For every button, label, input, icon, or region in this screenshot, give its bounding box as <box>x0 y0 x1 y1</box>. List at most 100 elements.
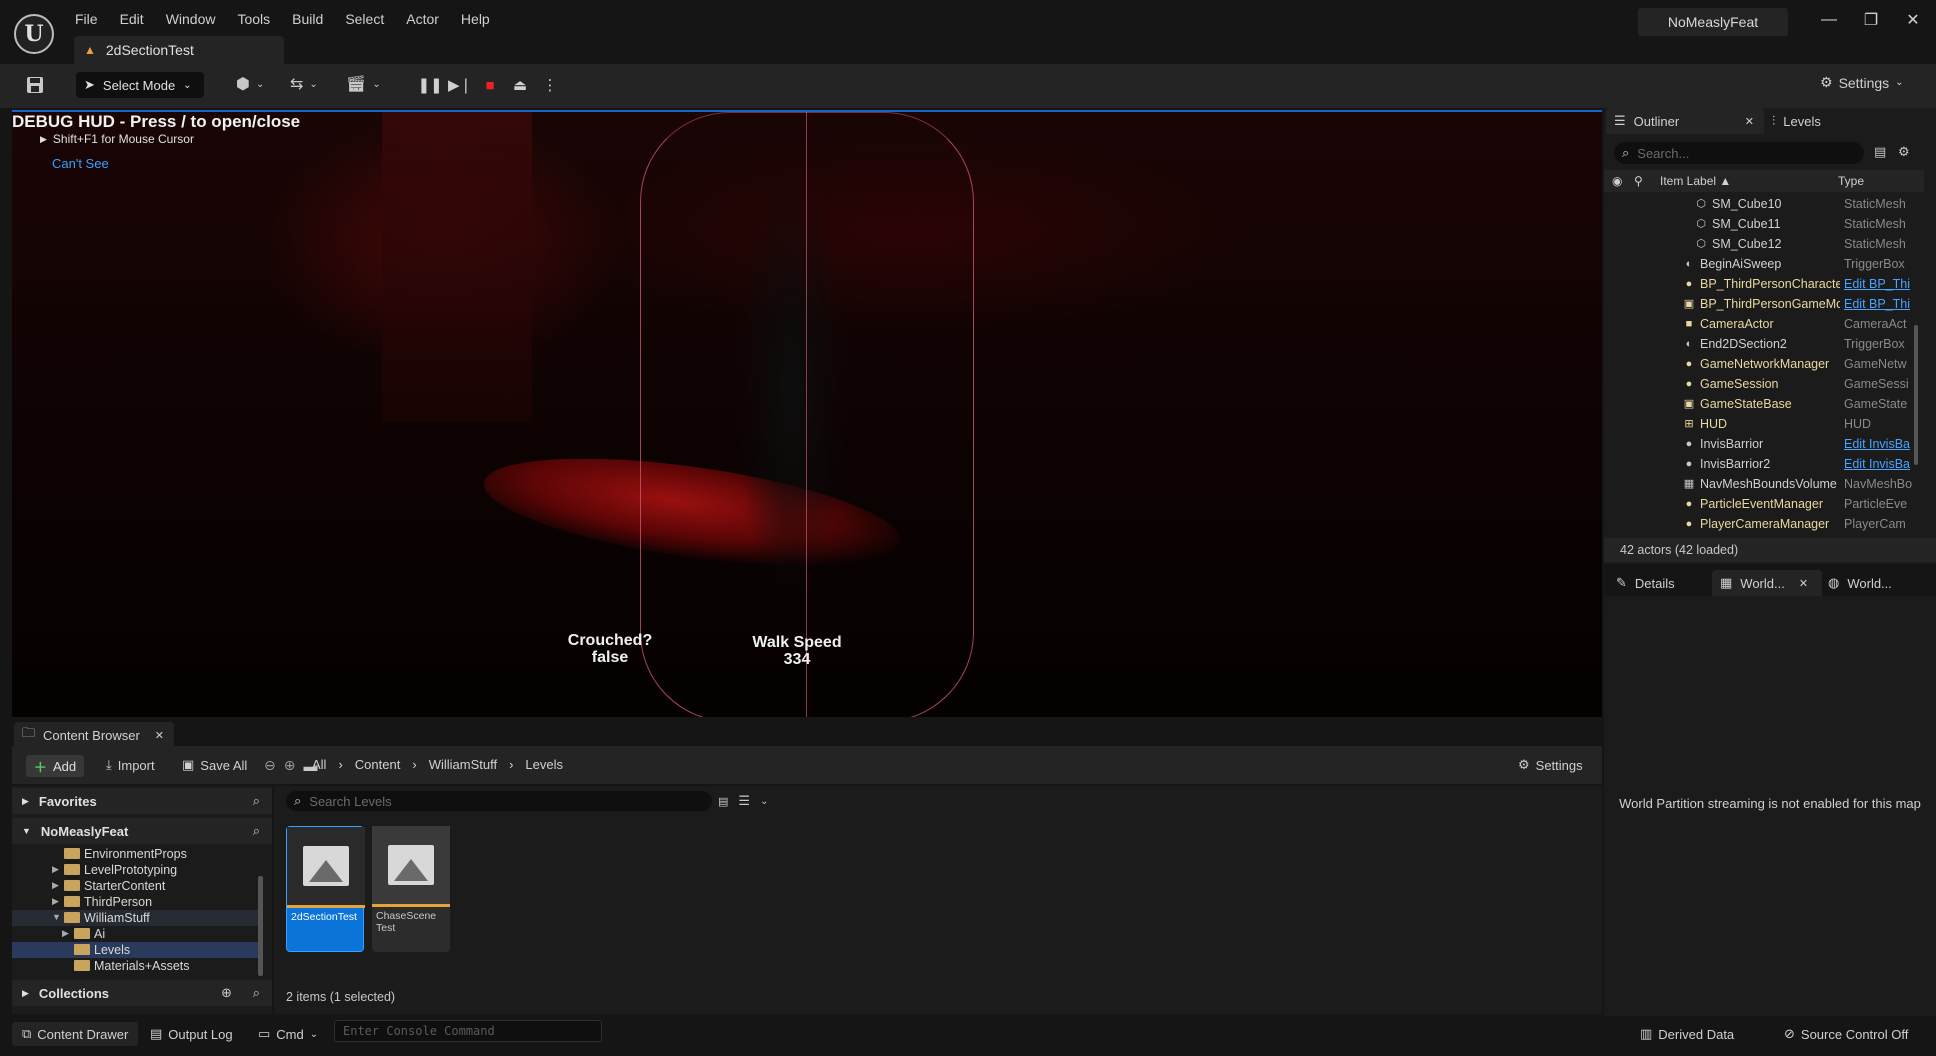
outliner-scrollbar[interactable] <box>1914 325 1918 465</box>
output-log-button[interactable]: ▤ Output Log <box>150 1022 233 1046</box>
console-command-input[interactable]: Enter Console Command <box>334 1020 602 1042</box>
save-button[interactable] <box>24 74 46 96</box>
outliner-row[interactable]: ● InvisBarrior Edit InvisBa <box>1604 434 1924 454</box>
tab-levels[interactable]: ⫶ Levels <box>1764 108 1914 134</box>
folder-item[interactable]: EnvironmentProps <box>12 846 260 862</box>
folder-item[interactable]: ▶ ThirdPerson <box>12 894 260 910</box>
cmd-dropdown[interactable]: ▭ Cmd ⌄ <box>258 1022 318 1046</box>
content-drawer-button[interactable]: ⧉ Content Drawer <box>12 1022 139 1046</box>
outliner-row[interactable]: ● PlayerCameraManager PlayerCam <box>1604 514 1924 534</box>
outliner-row[interactable]: ● InvisBarrior2 Edit InvisBa <box>1604 454 1924 474</box>
folder-item[interactable]: ▶ StarterContent <box>12 878 260 894</box>
outliner-row[interactable]: ● BP_ThirdPersonCharacter Edit BP_Thi <box>1604 274 1924 294</box>
breadcrumb-content[interactable]: Content <box>355 757 401 772</box>
import-button[interactable]: ⤓ Import <box>106 757 155 773</box>
breadcrumb-all[interactable]: All <box>312 757 326 772</box>
outliner-row[interactable]: ▣ GameStateBase GameState <box>1604 394 1924 414</box>
asset-tile[interactable]: ChaseScene Test <box>372 826 450 952</box>
back-icon[interactable]: ⊖ <box>264 757 276 774</box>
save-search-icon[interactable]: ▤ <box>718 795 728 808</box>
folder-item[interactable]: ▶ Ai <box>12 926 260 942</box>
folder-item[interactable]: Levels <box>12 942 260 958</box>
blueprint-button[interactable]: ⇆ ⌄ <box>290 74 318 94</box>
chevron-right-icon[interactable]: ▶ <box>52 880 59 891</box>
search-icon[interactable]: ⌕ <box>253 985 260 1001</box>
pause-button[interactable]: ❚❚ <box>417 73 442 97</box>
tab-outliner[interactable]: ☰ Outliner ✕ <box>1606 108 1764 134</box>
cant-see-link[interactable]: Can't See <box>52 156 109 171</box>
tab-content-browser[interactable]: 🗀︎ Content Browser ✕ <box>14 722 174 748</box>
outliner-row[interactable]: ▦ NavMeshBoundsVolume NavMeshBo <box>1604 474 1924 494</box>
tab-details[interactable]: ✎ Details <box>1608 570 1708 596</box>
column-item-label[interactable]: Item Label ▲ <box>1660 174 1731 188</box>
outliner-row[interactable]: ▣ BP_ThirdPersonGameMode Edit BP_Thi <box>1604 294 1924 314</box>
project-section[interactable]: ▼ NoMeaslyFeat ⌕ <box>12 818 272 844</box>
close-icon[interactable]: ✕ <box>1745 115 1754 128</box>
tab-world-partition[interactable]: ▦ World... ✕ <box>1712 570 1822 596</box>
step-frame-button[interactable]: ▶❘ <box>448 73 472 97</box>
close-icon[interactable]: ✕ <box>1799 577 1808 590</box>
outliner-row[interactable]: ◐ End2DSection2 TriggerBox <box>1604 334 1924 354</box>
filter-icon[interactable]: ☰ <box>738 793 750 809</box>
restore-button[interactable]: ❐ <box>1850 10 1892 30</box>
column-type[interactable]: Type <box>1838 174 1864 188</box>
outliner-row[interactable]: ● ParticleEventManager ParticleEve <box>1604 494 1924 514</box>
menu-select[interactable]: Select <box>334 8 395 30</box>
tree-scrollbar[interactable] <box>258 876 263 976</box>
pin-icon[interactable]: ⚲ <box>1634 174 1643 188</box>
folder-item[interactable]: Materials+Assets <box>12 958 260 974</box>
source-control-button[interactable]: ⊘ Source Control Off <box>1784 1022 1908 1046</box>
cinematics-button[interactable]: 🎬︎ ⌄ <box>346 74 381 94</box>
close-button[interactable]: ✕ <box>1892 10 1934 30</box>
search-levels-input[interactable]: ⌕ Search Levels <box>286 791 712 811</box>
gear-icon[interactable]: ⚙ <box>1898 144 1910 160</box>
level-tab[interactable]: ▲ 2dSectionTest <box>74 36 284 64</box>
outliner-row[interactable]: ● GameNetworkManager GameNetw <box>1604 354 1924 374</box>
menu-tools[interactable]: Tools <box>226 8 281 30</box>
content-settings-button[interactable]: ⚙ Settings <box>1518 757 1583 773</box>
settings-button[interactable]: ⚙ Settings ⌄ <box>1820 74 1904 91</box>
menu-edit[interactable]: Edit <box>109 8 155 30</box>
outliner-row[interactable]: ● GameSession GameSessi <box>1604 374 1924 394</box>
add-actor-button[interactable]: ⬢ ⌄ <box>236 74 264 94</box>
forward-icon[interactable]: ⊕ <box>284 757 296 774</box>
visibility-eye-icon[interactable]: ◉ <box>1612 174 1622 188</box>
menu-actor[interactable]: Actor <box>395 8 450 30</box>
folder-item[interactable]: ▼ WilliamStuff <box>12 910 260 926</box>
debug-hud-hint[interactable]: ▶ Shift+F1 for Mouse Cursor <box>40 132 194 146</box>
outliner-row[interactable]: ◐ BeginAiSweep TriggerBox <box>1604 254 1924 274</box>
breadcrumb-williamstuff[interactable]: WilliamStuff <box>429 757 497 772</box>
menu-build[interactable]: Build <box>281 8 334 30</box>
outliner-row[interactable]: ⬡ SM_Cube11 StaticMesh <box>1604 214 1924 234</box>
chevron-right-icon[interactable]: ▶ <box>52 896 59 907</box>
save-all-button[interactable]: ▣ Save All <box>182 757 247 773</box>
close-icon[interactable]: ✕ <box>155 729 164 742</box>
minimize-button[interactable]: — <box>1808 11 1850 29</box>
select-mode-dropdown[interactable]: ➤ Select Mode ⌄ <box>76 72 204 98</box>
outliner-row[interactable]: ⊞ HUD HUD <box>1604 414 1924 434</box>
chevron-right-icon[interactable]: ▶ <box>62 928 69 939</box>
tab-world-settings[interactable]: ◍ World... <box>1820 570 1930 596</box>
add-button[interactable]: ＋ Add <box>26 755 84 777</box>
favorites-section[interactable]: ▶ Favorites ⌕ <box>12 788 272 814</box>
more-options-icon[interactable]: ⋮ <box>538 73 562 97</box>
chevron-down-icon[interactable]: ▼ <box>52 912 61 922</box>
outliner-row[interactable]: ⬡ SM_Cube10 StaticMesh <box>1604 194 1924 214</box>
unreal-logo-icon[interactable]: U <box>14 14 54 54</box>
edit-blueprint-link[interactable]: Edit InvisBa <box>1844 437 1914 451</box>
outliner-search-input[interactable]: ⌕ Search... <box>1614 142 1864 164</box>
stop-button[interactable]: ■ <box>478 73 502 97</box>
breadcrumb-levels[interactable]: Levels <box>525 757 563 772</box>
edit-blueprint-link[interactable]: Edit BP_Thi <box>1844 277 1914 291</box>
derived-data-button[interactable]: ▥ Derived Data <box>1640 1022 1734 1046</box>
edit-blueprint-link[interactable]: Edit BP_Thi <box>1844 297 1914 311</box>
add-collection-icon[interactable]: ⊕ <box>221 985 232 1001</box>
search-icon[interactable]: ⌕ <box>253 793 260 809</box>
menu-file[interactable]: File <box>64 8 109 30</box>
menu-window[interactable]: Window <box>155 8 227 30</box>
eject-button[interactable]: ⏏ <box>508 73 532 97</box>
outliner-row[interactable]: ⬡ SM_Cube12 StaticMesh <box>1604 234 1924 254</box>
add-folder-icon[interactable]: ▤ <box>1874 144 1886 160</box>
edit-blueprint-link[interactable]: Edit InvisBa <box>1844 457 1914 471</box>
chevron-right-icon[interactable]: ▶ <box>52 864 59 875</box>
